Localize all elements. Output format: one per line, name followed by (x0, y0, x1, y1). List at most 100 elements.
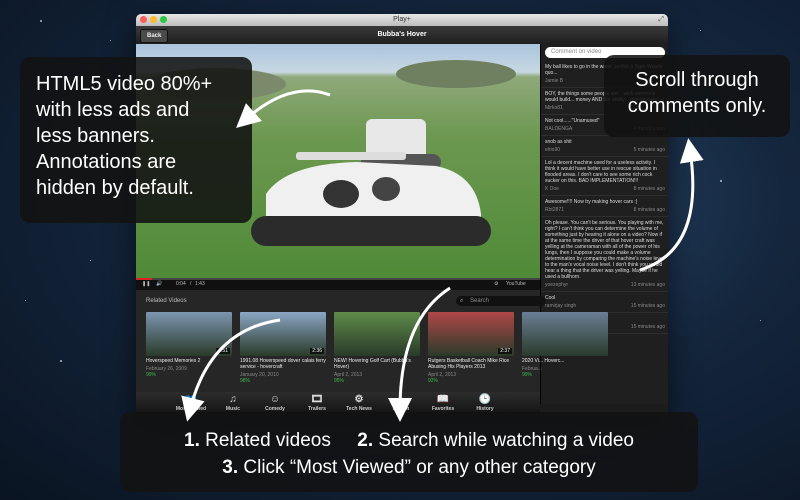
comment-author[interactable]: ramirjay singh (545, 303, 576, 309)
video-duration: 2:36 (310, 348, 324, 354)
comment-author[interactable]: Mirko81 (545, 105, 563, 111)
annotation-left-line: with less ads and (36, 99, 190, 121)
related-videos-title: Related Videos (146, 298, 187, 304)
time-separator: / (190, 281, 192, 287)
related-video-item[interactable]: 2020 Vi... Hoverc... Februa... 99% (522, 312, 608, 384)
people-icon: 👥 (184, 394, 198, 405)
search-icon: ⌕ (398, 394, 404, 405)
book-icon: 📖 (436, 394, 450, 405)
related-video-item[interactable]: 2:36 1991.08 Hoverspeed dover calais ferr… (240, 312, 326, 384)
window-controls (140, 16, 167, 23)
annotation-left-line: Annotations are (36, 151, 177, 173)
annotation-bottom-line-1: 1. Related videos 2. Search while watchi… (120, 427, 698, 454)
related-video-list: 4:51 Hoverspeed Memories 2 February 26, 20… (146, 312, 608, 384)
gear-icon: ⚙ (354, 394, 364, 405)
video-thumbnail[interactable]: 2:36 (240, 312, 326, 356)
clock-icon: 🕒 (478, 394, 492, 405)
nav-bar: Back Bubba's Hover (136, 26, 668, 45)
comment-time: 15 minutes ago (630, 303, 665, 309)
step-1-text: Related videos (205, 430, 331, 451)
time-current: 0:04 (176, 281, 186, 287)
related-video-rating: 99% (146, 372, 157, 378)
video-thumbnail[interactable] (522, 312, 608, 356)
comment-meta: yoezephyr 13 minutes ago (545, 282, 665, 288)
comment-item: Awesome!!!! Now try making hover cars :)… (541, 196, 668, 217)
comment-author[interactable]: Jamie B (545, 78, 563, 84)
comment-text: Awesome!!!! Now try making hover cars :) (545, 199, 638, 205)
annotation-left-line: HTML5 video 80%+ (36, 73, 213, 95)
step-1-number: 1. (184, 430, 200, 451)
volume-icon[interactable]: 🔊 (156, 278, 162, 290)
related-video-title[interactable]: Rutgers Basketball Coach Mike Rice Abusi… (428, 358, 514, 370)
annotation-bottom: 1. Related videos 2. Search while watchi… (120, 412, 698, 492)
related-video-title[interactable]: 1991.08 Hoverspeed dover calais ferry se… (240, 358, 326, 370)
step-2-text: Search while watching a video (378, 430, 634, 451)
related-video-title[interactable]: 2020 Vi... Hoverc... (522, 358, 608, 364)
related-search-placeholder: Search (470, 298, 490, 304)
comedy-icon: ☺ (269, 394, 281, 405)
video-thumbnail[interactable] (334, 312, 420, 356)
comment-author[interactable]: K Doe (545, 186, 559, 192)
comment-meta: K Doe 8 minutes ago (545, 186, 665, 192)
comment-time: 15 minutes ago (630, 324, 665, 330)
related-video-item[interactable]: 4:51 Hoverspeed Memories 2 February 26, 20… (146, 312, 232, 384)
step-2-number: 2. (357, 430, 374, 451)
annotation-right: Scroll through comments only. (604, 55, 790, 137)
annotation-left-line: less banners. (36, 125, 155, 147)
comment-item: Cool ramirjay singh 15 minutes ago (541, 292, 668, 313)
comment-time: 5 minutes ago (633, 147, 665, 153)
annotation-right-line: comments only. (627, 95, 767, 117)
comment-item: Lol a decent machine used for a useless … (541, 157, 668, 196)
window-title: Play+ (393, 16, 411, 23)
minimize-window-button[interactable] (150, 16, 157, 23)
video-title: Bubba's Hover (377, 31, 427, 38)
comment-meta: ramirjay singh 15 minutes ago (545, 303, 665, 309)
film-icon: 🎞 (310, 394, 324, 405)
related-video-rating: 99% (522, 372, 533, 378)
comment-time: 8 minutes ago (633, 186, 665, 192)
settings-gear-icon[interactable]: ⚙ (494, 278, 498, 290)
related-video-rating: 95% (334, 378, 345, 384)
pause-icon[interactable]: ❚❚ (142, 278, 150, 290)
comment-meta: Rbt2871 8 minutes ago (545, 207, 665, 213)
related-video-title[interactable]: NEW! Hovering Golf Cart (Bubba's Hover) (334, 358, 420, 370)
comment-text: Lol a decent machine used for a useless … (545, 160, 657, 184)
back-button[interactable]: Back (140, 29, 169, 43)
comment-text: Oh please. You can't be serious. You pla… (545, 220, 664, 280)
related-videos-section: Related Videos ⌕ Search 4:51 Hoverspeed M… (136, 290, 608, 392)
related-video-rating: 92% (428, 378, 439, 384)
comment-author[interactable]: elrio90 (545, 147, 560, 153)
video-thumbnail[interactable]: 4:51 (146, 312, 232, 356)
zoom-window-button[interactable] (160, 16, 167, 23)
comment-time: 13 minutes ago (630, 282, 665, 288)
step-3-number: 3. (222, 457, 239, 478)
comment-author[interactable]: yoezephyr (545, 282, 568, 288)
video-duration: 4:51 (216, 348, 230, 354)
annotation-right-line: Scroll through (635, 69, 759, 91)
video-duration: 2:37 (498, 348, 512, 354)
video-thumbnail[interactable]: 2:37 (428, 312, 514, 356)
related-video-title[interactable]: Hoverspeed Memories 2 (146, 358, 232, 364)
related-video-rating: 98% (240, 378, 251, 384)
comment-time: 8 minutes ago (633, 207, 665, 213)
related-search-input[interactable]: ⌕ Search (456, 296, 546, 306)
comment-text: Cool (545, 295, 556, 301)
comment-meta: elrio90 5 minutes ago (545, 147, 665, 153)
video-controls: ❚❚ 🔊 0:04 / 1:43 ⚙ YouTube (136, 278, 540, 290)
fullscreen-icon[interactable]: ⤢ (658, 14, 664, 26)
comment-author[interactable]: BALDENGA (545, 126, 572, 132)
annotation-left: HTML5 video 80%+ with less ads and less … (20, 57, 252, 223)
comment-author[interactable]: Rbt2871 (545, 207, 564, 213)
related-video-item[interactable]: NEW! Hovering Golf Cart (Bubba's Hover) A… (334, 312, 420, 384)
comment-item: Oh please. You can't be serious. You pla… (541, 217, 668, 292)
title-bar: Play+ ⤢ (136, 14, 668, 26)
comment-text: snob as shit (545, 139, 572, 145)
search-icon: ⌕ (460, 298, 464, 304)
youtube-logo[interactable]: YouTube (506, 278, 526, 290)
time-total: 1:43 (195, 281, 205, 287)
annotation-left-line: hidden by default. (36, 177, 194, 199)
close-window-button[interactable] (140, 16, 147, 23)
step-3-text: Click “Most Viewed” or any other categor… (243, 457, 596, 478)
annotation-bottom-line-2: 3. Click “Most Viewed” or any other cate… (120, 454, 698, 481)
related-video-item[interactable]: 2:37 Rutgers Basketball Coach Mike Rice A… (428, 312, 514, 384)
